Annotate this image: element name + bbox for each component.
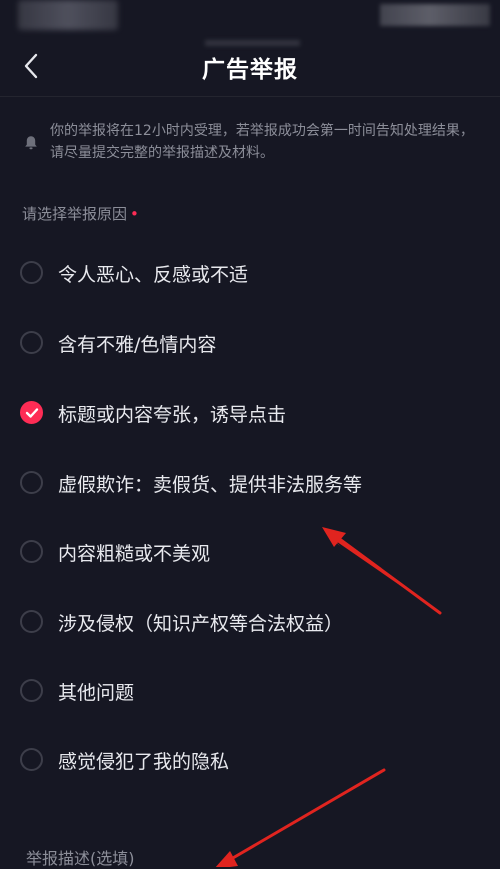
- page-title: 广告举报: [202, 57, 298, 83]
- checkmark-icon: [25, 407, 38, 418]
- header: 广告举报: [0, 40, 500, 92]
- option-label: 标题或内容夸张，诱导点击: [58, 404, 287, 426]
- status-bar: [0, 0, 500, 44]
- radio-button-checked[interactable]: [20, 401, 43, 424]
- option-label: 感觉侵犯了我的隐私: [58, 751, 230, 773]
- blurred-status-left: [18, 0, 118, 30]
- option-0[interactable]: 令人恶心、反感或不适: [0, 243, 500, 303]
- option-label: 内容粗糙或不美观: [58, 543, 211, 565]
- notice-text: 你的举报将在12小时内受理，若举报成功会第一时间告知处理结果，请尽量提交完整的举…: [50, 123, 474, 161]
- option-label: 涉及侵权（知识产权等合法权益）: [58, 613, 344, 635]
- radio-button[interactable]: [20, 471, 43, 494]
- option-7[interactable]: 感觉侵犯了我的隐私: [0, 730, 500, 790]
- radio-button[interactable]: [20, 679, 43, 702]
- bell-icon: [25, 136, 37, 150]
- option-4[interactable]: 内容粗糙或不美观: [0, 522, 500, 582]
- radio-button[interactable]: [20, 331, 43, 354]
- description-label: 举报描述(选填): [26, 849, 135, 868]
- option-2[interactable]: 标题或内容夸张，诱导点击: [0, 383, 500, 443]
- option-label: 虚假欺诈：卖假货、提供非法服务等: [58, 474, 363, 496]
- blurred-status-right: [380, 4, 490, 26]
- radio-button[interactable]: [20, 261, 43, 284]
- option-label: 含有不雅/色情内容: [58, 334, 217, 356]
- required-mark: •: [130, 205, 139, 223]
- reason-section-label: 请选择举报原因 •: [22, 203, 139, 224]
- radio-button[interactable]: [20, 748, 43, 771]
- option-label: 其他问题: [58, 682, 135, 704]
- header-divider: [0, 96, 500, 97]
- radio-button[interactable]: [20, 610, 43, 633]
- reason-label-text: 请选择举报原因: [22, 205, 128, 223]
- option-label: 令人恶心、反感或不适: [58, 264, 249, 286]
- option-1[interactable]: 含有不雅/色情内容: [0, 313, 500, 373]
- radio-button[interactable]: [20, 540, 43, 563]
- option-6[interactable]: 其他问题: [0, 661, 500, 721]
- option-3[interactable]: 虚假欺诈：卖假货、提供非法服务等: [0, 453, 500, 513]
- option-5[interactable]: 涉及侵权（知识产权等合法权益）: [0, 592, 500, 652]
